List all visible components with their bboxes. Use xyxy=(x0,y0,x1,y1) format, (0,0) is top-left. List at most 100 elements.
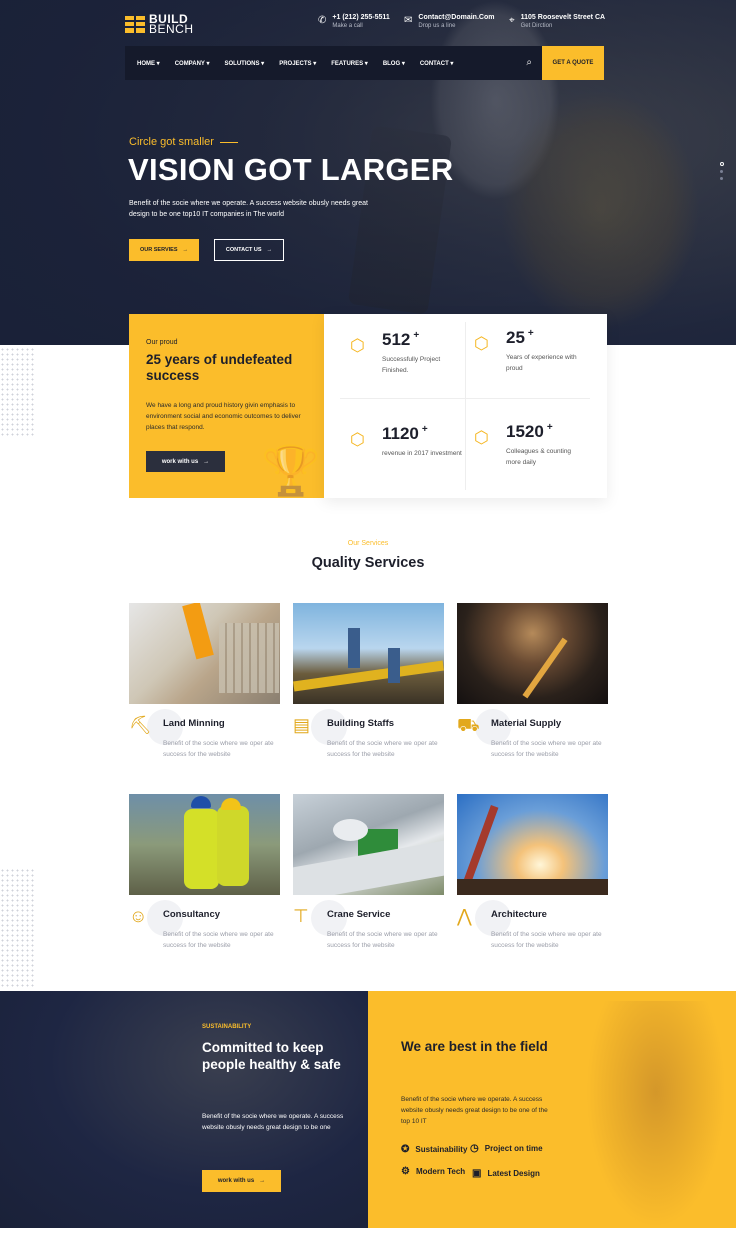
service-image[interactable] xyxy=(293,794,444,895)
nav-company[interactable]: COMPANY ▾ xyxy=(175,60,210,67)
contact-email-sub: Drop us a line xyxy=(418,23,456,29)
nav-projects[interactable]: PROJECTS ▾ xyxy=(279,60,316,67)
service-name[interactable]: Architecture xyxy=(491,909,547,920)
service-description: Benefit of the socie where we oper ate s… xyxy=(163,931,274,949)
logo-bricks-icon xyxy=(125,15,145,33)
proud-description: We have a long and proud history givin e… xyxy=(146,402,301,431)
nav-home[interactable]: HOME ▾ xyxy=(137,60,160,67)
arrow-right-icon: → xyxy=(259,1178,266,1184)
logo[interactable]: BUILD BENCH xyxy=(125,13,194,36)
service-name[interactable]: Land Minning xyxy=(163,718,225,729)
service-description: Benefit of the socie where we oper ate s… xyxy=(491,931,602,949)
stat-value: 1520 xyxy=(506,422,544,441)
hero-subtitle: Circle got smaller xyxy=(129,136,238,148)
design-icon: ▣ xyxy=(472,1168,482,1179)
sustainability-caption: SUSTAINABILITY xyxy=(202,1024,252,1030)
nav-solutions[interactable]: SOLUTIONS ▾ xyxy=(225,60,265,67)
service-card[interactable]: ⛏ Land Minning Benefit of the socie wher… xyxy=(129,603,280,758)
service-card[interactable]: ⊤ Crane Service Benefit of the socie whe… xyxy=(293,794,444,949)
our-services-button[interactable]: OUR SERVIES → xyxy=(129,239,199,261)
get-quote-button[interactable]: GET A QUOTE xyxy=(542,46,604,80)
service-description: Benefit of the socie where we oper ate s… xyxy=(491,740,602,758)
stat-projects: ⬡ 512 + Successfully Project Finished. xyxy=(350,330,462,376)
stat-label: revenue in 2017 investment xyxy=(382,450,462,457)
feature-item: ✪ Sustainability xyxy=(401,1144,468,1155)
service-description: Benefit of the socie where we oper ate s… xyxy=(327,740,438,758)
nav-features[interactable]: FEATURES ▾ xyxy=(331,60,368,67)
service-description: Benefit of the socie where we oper ate s… xyxy=(163,740,274,758)
nav-contact[interactable]: CONTACT ▾ xyxy=(420,60,454,67)
service-name[interactable]: Material Supply xyxy=(491,718,561,729)
sustainability-description: Benefit of the socie where we operate. A… xyxy=(202,1113,344,1131)
trophy-icon: 🏆 xyxy=(261,445,321,498)
clock-icon: ◷ xyxy=(470,1143,479,1154)
contact-phone-sub: Make a call xyxy=(332,23,363,29)
contact-phone-title: +1 (212) 255-5511 xyxy=(332,14,390,21)
rocket-icon: ⬡ xyxy=(350,430,365,449)
services-subtitle: Our Services xyxy=(347,540,389,547)
contact-location-sub: Get Dirction xyxy=(520,23,553,29)
feature-item: ▣ Latest Design xyxy=(472,1168,540,1179)
stat-value: 25 xyxy=(506,328,525,347)
work-with-us-button[interactable]: work with us → xyxy=(202,1170,281,1192)
stat-label: Years of experience with proud xyxy=(506,354,577,372)
service-image[interactable] xyxy=(457,794,608,895)
rocket-icon: ⬡ xyxy=(350,336,365,355)
stat-colleagues: ⬡ 1520 + Colleagues & counting more daily xyxy=(474,422,586,468)
hero-section: BUILD BENCH ✆ +1 (212) 255-5511 Make a c… xyxy=(0,0,736,345)
services-title: Quality Services xyxy=(311,555,425,571)
proud-title: 25 years of undefeated success xyxy=(146,352,293,383)
service-image[interactable] xyxy=(293,603,444,704)
service-image[interactable] xyxy=(129,603,280,704)
hero-subtitle-line xyxy=(219,141,238,143)
hero-description: Benefit of the socie where we operate. A… xyxy=(129,200,368,218)
hero-slider-dots[interactable] xyxy=(720,162,724,180)
medal-icon: ✪ xyxy=(401,1144,410,1155)
mail-icon: ✉ xyxy=(404,15,413,26)
rocket-icon: ⬡ xyxy=(474,428,489,447)
main-nav: HOME ▾ COMPANY ▾ SOLUTIONS ▾ PROJECTS ▾ … xyxy=(125,46,542,80)
service-name[interactable]: Consultancy xyxy=(163,909,220,920)
stat-label: Colleagues & counting more daily xyxy=(506,448,572,466)
stat-label: Successfully Project Finished. xyxy=(382,356,441,374)
search-icon[interactable]: ⌕ xyxy=(526,57,532,68)
service-card[interactable]: ☺ Consultancy Benefit of the socie where… xyxy=(129,794,280,949)
service-image[interactable] xyxy=(129,794,280,895)
work-with-us-button[interactable]: work with us → xyxy=(146,451,225,472)
service-description: Benefit of the socie where we oper ate s… xyxy=(327,931,438,949)
arrow-right-icon: → xyxy=(266,247,273,253)
service-card[interactable]: ▤ Building Staffs Benefit of the socie w… xyxy=(293,603,444,758)
slider-dot[interactable] xyxy=(720,177,723,180)
crane-icon: ⊤ xyxy=(293,906,309,926)
gear-icon: ⚙ xyxy=(401,1166,410,1177)
divider xyxy=(465,322,466,490)
slider-dot[interactable] xyxy=(720,170,723,173)
best-title: We are best in the field xyxy=(401,1039,548,1054)
proud-box: Our proud 25 years of undefeated success… xyxy=(129,314,324,498)
contact-us-button[interactable]: CONTACT US → xyxy=(214,239,284,261)
sustainability-panel xyxy=(0,991,368,1228)
phone-icon: ✆ xyxy=(318,15,327,26)
worker-icon: ☺ xyxy=(129,906,148,926)
contact-phone[interactable]: ✆ +1 (212) 255-5511 Make a call xyxy=(318,14,390,29)
feature-item: ⚙ Modern Tech xyxy=(401,1166,466,1177)
service-image[interactable] xyxy=(457,603,608,704)
service-name[interactable]: Building Staffs xyxy=(327,718,394,729)
contact-location[interactable]: ⌖ 1105 Roosevelt Street CA Get Dirction xyxy=(509,14,605,29)
building-icon: ▤ xyxy=(293,715,311,735)
contact-email-title: Contact@Domain.Com xyxy=(418,14,495,21)
tripod-icon: ⋀ xyxy=(457,906,472,926)
logo-text-line2: BENCH xyxy=(149,22,194,36)
arrow-right-icon: → xyxy=(182,247,189,253)
slider-dot[interactable] xyxy=(720,162,724,166)
service-card[interactable]: ⋀ Architecture Benefit of the socie wher… xyxy=(457,794,608,949)
arrow-right-icon: → xyxy=(203,458,210,465)
contact-email[interactable]: ✉ Contact@Domain.Com Drop us a line xyxy=(404,14,494,29)
service-card[interactable]: ⛟ Material Supply Benefit of the socie w… xyxy=(457,603,608,758)
nav-blog[interactable]: BLOG ▾ xyxy=(383,60,405,67)
dot-pattern xyxy=(0,347,34,437)
hero-title: VISION GOT LARGER xyxy=(128,152,454,187)
service-name[interactable]: Crane Service xyxy=(327,909,390,920)
proud-caption: Our proud xyxy=(146,339,178,346)
stat-value: 512 xyxy=(382,330,411,349)
